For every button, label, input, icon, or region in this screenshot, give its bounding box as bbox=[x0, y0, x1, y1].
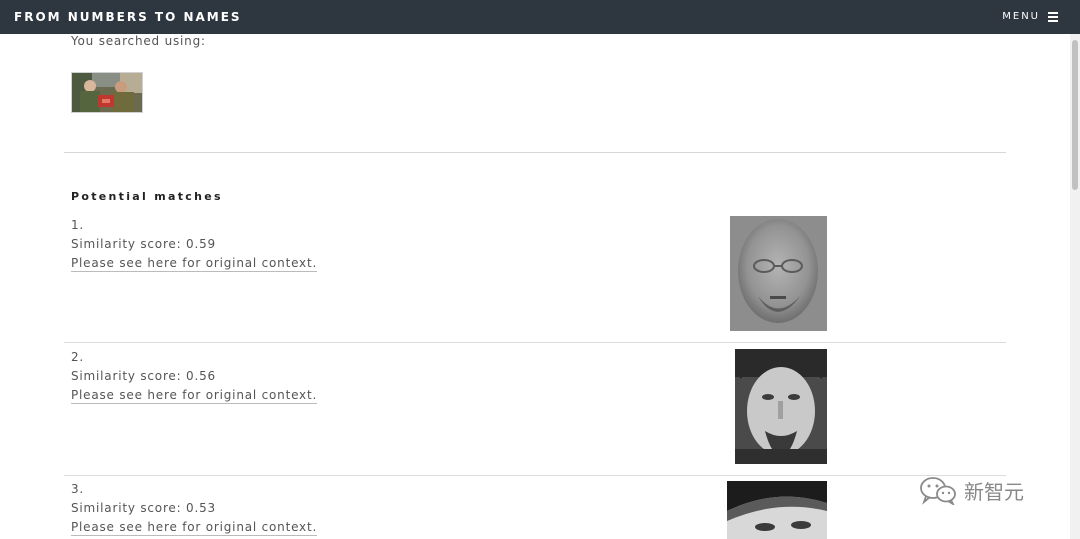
watermark: 新智元 bbox=[918, 475, 1024, 505]
original-context-link[interactable]: Please see here for original context. bbox=[71, 388, 318, 404]
hamburger-icon bbox=[1048, 12, 1058, 22]
wechat-logo bbox=[920, 477, 956, 505]
match-rank: 3. bbox=[71, 482, 85, 496]
match-divider bbox=[64, 475, 1006, 476]
scrollbar-thumb[interactable] bbox=[1072, 40, 1078, 190]
match-rank: 2. bbox=[71, 350, 85, 364]
menu-label: MENU bbox=[1002, 11, 1040, 22]
match-face-image bbox=[730, 216, 827, 331]
match-divider bbox=[64, 342, 1006, 343]
original-context-link[interactable]: Please see here for original context. bbox=[71, 520, 318, 536]
match-face-image bbox=[727, 481, 827, 539]
page-scrollbar[interactable] bbox=[1070, 34, 1080, 539]
query-image-thumbnail bbox=[71, 72, 143, 113]
similarity-score: Similarity score: 0.53 bbox=[71, 501, 216, 515]
original-context-link[interactable]: Please see here for original context. bbox=[71, 256, 318, 272]
match-face-image bbox=[735, 349, 827, 464]
match-item: 2. Similarity score: 0.56 Please see her… bbox=[71, 348, 318, 405]
site-brand[interactable]: FROM NUMBERS TO NAMES bbox=[14, 10, 242, 24]
similarity-score: Similarity score: 0.59 bbox=[71, 237, 216, 251]
top-navigation-bar: FROM NUMBERS TO NAMES MENU bbox=[0, 0, 1080, 34]
match-item: 3. Similarity score: 0.53 Please see her… bbox=[71, 480, 318, 537]
watermark-text: 新智元 bbox=[964, 479, 1024, 504]
section-divider bbox=[64, 152, 1006, 153]
match-item: 1. Similarity score: 0.59 Please see her… bbox=[71, 216, 318, 273]
similarity-score: Similarity score: 0.56 bbox=[71, 369, 216, 383]
match-rank: 1. bbox=[71, 218, 85, 232]
main-content: You searched using: Potential matches 1.… bbox=[0, 34, 1070, 539]
potential-matches-heading: Potential matches bbox=[71, 190, 223, 203]
searched-using-label: You searched using: bbox=[71, 34, 206, 48]
menu-button[interactable]: MENU bbox=[1002, 11, 1058, 22]
